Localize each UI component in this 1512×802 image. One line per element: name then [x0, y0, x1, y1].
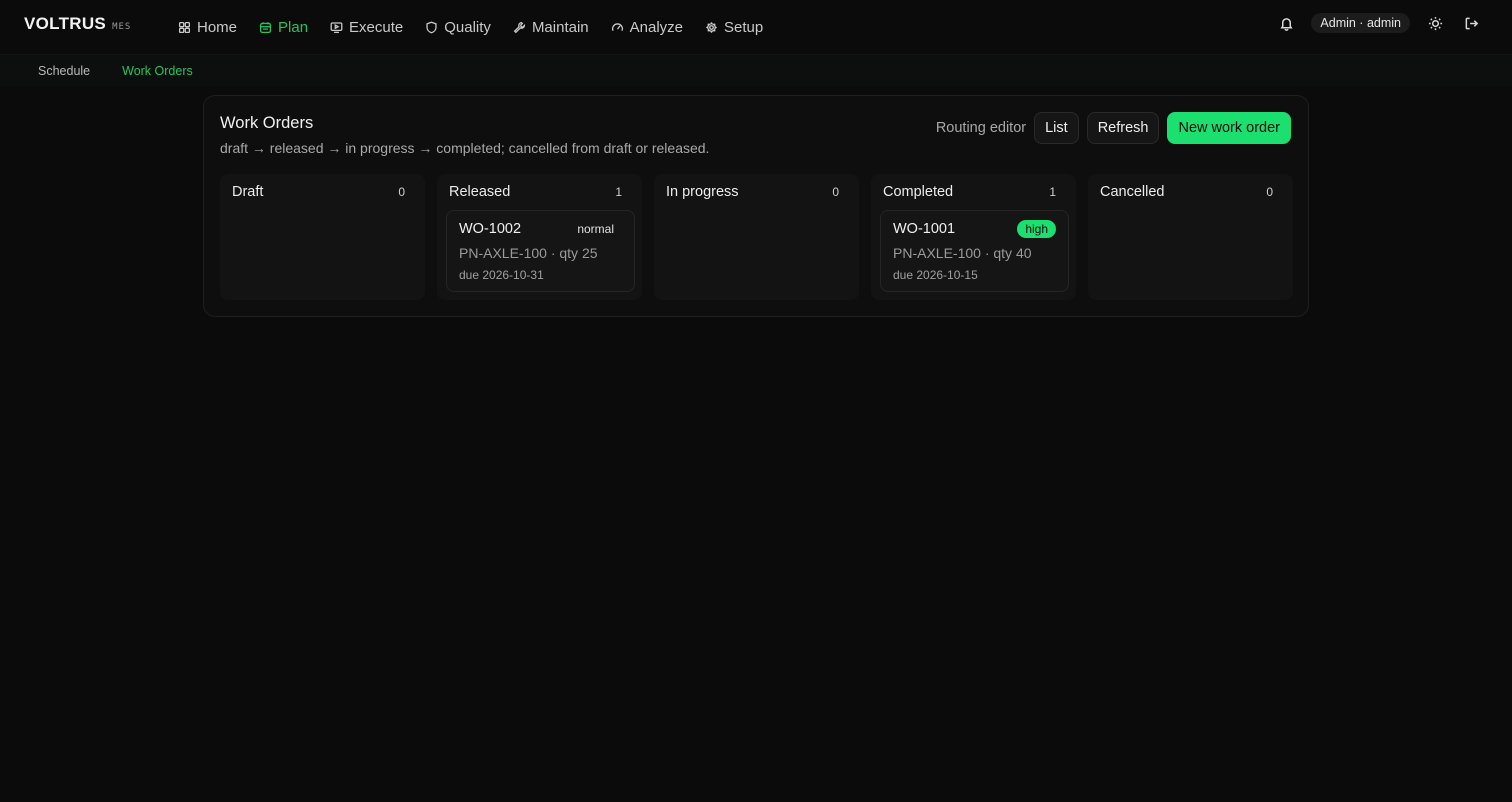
nav-item-quality[interactable]: Quality	[417, 0, 505, 54]
column-title: Cancelled	[1100, 184, 1165, 200]
column-count: 1	[1049, 185, 1056, 199]
monitor-play-icon	[330, 21, 343, 33]
calendar-icon	[259, 21, 272, 33]
work-order-card-wo-1001[interactable]: WO-1001 high PN-AXLE-100 · qty 40 due 20…	[880, 210, 1069, 292]
wrench-icon	[513, 21, 526, 33]
nav-item-home[interactable]: Home	[170, 0, 251, 54]
nav-label-home: Home	[197, 18, 238, 36]
work-order-id: WO-1002	[459, 221, 522, 237]
kanban-board: Draft 0 Released 1 WO-1002 normal PN-AXL…	[220, 174, 1293, 300]
brand-logo[interactable]: VOLTRUS MES	[24, 14, 131, 34]
logout-icon	[1465, 17, 1478, 29]
column-title: In progress	[666, 184, 739, 200]
column-title: Completed	[883, 184, 954, 200]
bell-icon	[1280, 17, 1293, 31]
work-order-part: PN-AXLE-100 · qty 25	[459, 245, 598, 261]
grid-icon	[178, 21, 191, 33]
column-draft: Draft 0	[220, 174, 425, 300]
nav-label-setup: Setup	[724, 18, 764, 36]
work-order-due: due 2026-10-31	[459, 268, 544, 282]
page-title: Work Orders	[220, 114, 314, 132]
shield-icon	[426, 21, 437, 33]
nav-label-analyze: Analyze	[629, 18, 684, 36]
column-count: 0	[398, 185, 405, 199]
work-order-part: PN-AXLE-100 · qty 40	[893, 245, 1032, 261]
main-nav: Home Plan Execute Quality Maintain Analy…	[170, 0, 777, 54]
routing-editor-link[interactable]: Routing editor	[936, 120, 1026, 136]
work-order-due: due 2026-10-15	[893, 268, 978, 282]
priority-badge: normal	[577, 222, 614, 236]
nav-item-setup[interactable]: Setup	[697, 0, 777, 54]
sub-nav: Schedule Work Orders	[0, 54, 1512, 86]
logout-button[interactable]	[1460, 12, 1482, 34]
notifications-button[interactable]	[1275, 12, 1297, 34]
brand-sub: MES	[112, 22, 132, 32]
user-menu[interactable]: Admin · admin	[1311, 13, 1410, 33]
sun-icon	[1428, 16, 1442, 30]
column-cancelled: Cancelled 0	[1088, 174, 1293, 300]
work-order-card-wo-1002[interactable]: WO-1002 normal PN-AXLE-100 · qty 25 due …	[446, 210, 635, 292]
refresh-button[interactable]: Refresh	[1086, 112, 1160, 144]
brand-name: VOLTRUS	[24, 14, 107, 33]
nav-item-plan[interactable]: Plan	[251, 0, 322, 54]
column-completed: Completed 1 WO-1001 high PN-AXLE-100 · q…	[871, 174, 1076, 300]
new-work-order-button[interactable]: New work order	[1167, 112, 1291, 144]
column-released: Released 1 WO-1002 normal PN-AXLE-100 · …	[437, 174, 642, 300]
nav-item-execute[interactable]: Execute	[322, 0, 417, 54]
column-in-progress: In progress 0	[654, 174, 859, 300]
gear-icon	[706, 21, 717, 33]
subnav-item-schedule[interactable]: Schedule	[22, 64, 106, 78]
subnav-item-work-orders[interactable]: Work Orders	[106, 64, 209, 78]
list-view-button[interactable]: List	[1034, 112, 1079, 144]
priority-badge: high	[1017, 220, 1056, 238]
nav-label-execute: Execute	[349, 18, 404, 36]
column-title: Draft	[232, 184, 264, 200]
nav-label-maintain: Maintain	[531, 18, 589, 36]
column-count: 0	[832, 185, 839, 199]
work-order-id: WO-1001	[893, 221, 956, 237]
top-bar: VOLTRUS MES Home Plan Execute Quality Ma…	[0, 0, 1512, 54]
status-flow-description: draft → released → in progress → complet…	[220, 140, 710, 156]
nav-label-plan: Plan	[278, 18, 309, 36]
nav-item-analyze[interactable]: Analyze	[603, 0, 697, 54]
theme-toggle-button[interactable]	[1424, 12, 1446, 34]
gauge-icon	[611, 22, 623, 31]
column-title: Released	[449, 184, 511, 200]
nav-right: Admin · admin	[1275, 12, 1482, 34]
work-orders-panel: Work Orders draft → released → in progre…	[203, 95, 1309, 317]
nav-item-maintain[interactable]: Maintain	[505, 0, 603, 54]
panel-actions: Routing editor List Refresh New work ord…	[936, 112, 1291, 144]
column-count: 0	[1266, 185, 1273, 199]
column-count: 1	[615, 185, 622, 199]
nav-label-quality: Quality	[444, 18, 491, 36]
